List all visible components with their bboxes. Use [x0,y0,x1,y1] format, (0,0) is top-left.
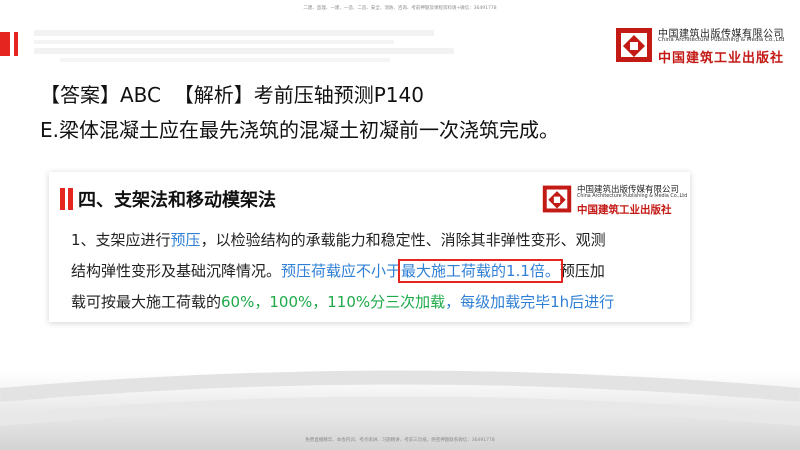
answer-label: 【答案】ABC [40,83,162,107]
card-logo-brand-cn: 中国建筑工业出版社 [577,204,672,216]
line2-text-a: 结构弹性变形及基础沉降情况。 [71,262,282,280]
publisher-emblem-icon [616,28,652,62]
line2-highlight-load: 预压荷载应不小于 [281,262,402,280]
line1-text-a: 1、支架应进行 [71,231,171,249]
logo-name-en: China Architecture Publishing & Media Co… [658,37,785,43]
line3-text-a: 载可按最大施工荷载的 [71,293,222,311]
card-heading: 四、支架法和移动模架法 [78,190,276,211]
line2-text-b: 预压加 [559,262,605,280]
red-accent-bar-right [14,32,18,56]
card-logo-name-en: China Architecture Publishing & Media Co… [577,194,688,199]
option-e-text: E.梁体混凝土应在最先浇筑的混凝土初凝前一次浇筑完成。 [40,118,559,142]
card-publisher-logo: 中国建筑出版传媒有限公司 China Architecture Publishi… [541,182,687,218]
analysis-label: 【解析】考前压轴预测P140 [173,83,424,107]
line3-highlight-steps: 60%，100%，110%分三次加载 [221,293,446,311]
bottom-watermark: 免费直播精华、本会内训、考点串讲、习题精讲、考前三页纸、绝密押题联系微信：364… [305,438,495,443]
line3-highlight-interval: ，每级加载完毕1h后进行 [445,293,615,311]
paragraph-line-3: 载可按最大施工荷载的60%，100%，110%分三次加载，每级加载完毕1h后进行 [71,291,614,312]
red-accent-bar-left [0,32,10,56]
card-publisher-emblem-icon [542,185,572,213]
paragraph-line-2: 结构弹性变形及基础沉降情况。预压荷载应不小于最大施工荷载的1.1倍。预压加 [71,259,605,283]
line2-boxed-highlight: 最大施工荷载的1.1倍。 [398,259,563,283]
line1-text-b: ，以检验结构的承载能力和稳定性、消除其非弹性变形、观测 [200,231,606,249]
paragraph-line-1: 1、支架应进行预压，以检验结构的承载能力和稳定性、消除其非弹性变形、观测 [71,229,606,250]
line1-highlight-preload: 预压 [170,231,201,249]
publisher-logo: 中国建筑出版传媒有限公司 China Architecture Publishi… [614,22,784,68]
excerpt-card: 四、支架法和移动模架法 中国建筑出版传媒有限公司 China Architect… [49,172,690,322]
logo-brand-cn: 中国建筑工业出版社 [658,51,785,66]
top-watermark: 二建、监理、一建、一造、二造、安全、消防、咨询、考前押题及课程资料请+微信：36… [303,6,497,11]
answer-line: 【答案】ABC 【解析】考前压轴预测P140 [40,79,424,108]
